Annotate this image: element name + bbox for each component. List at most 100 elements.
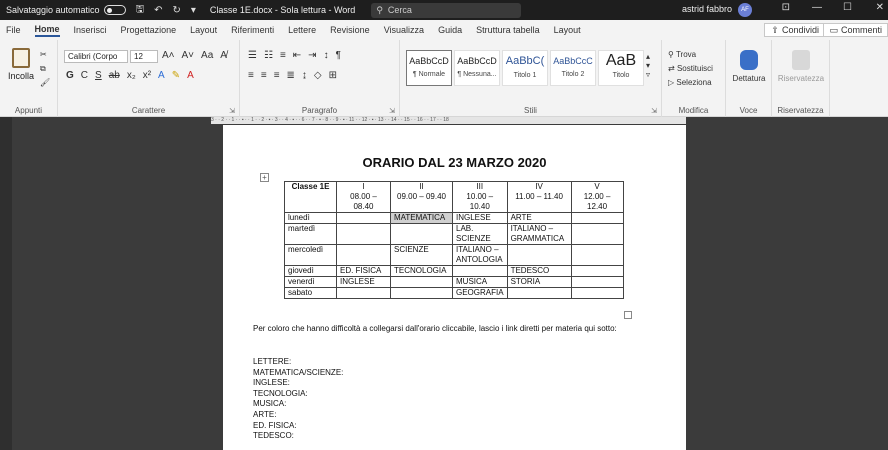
table-cell[interactable] [570, 287, 624, 299]
styles-launcher-icon[interactable]: ⇲ [651, 107, 657, 115]
table-cell[interactable]: ED. FISICA [336, 265, 391, 277]
save-icon[interactable]: 🖫 [136, 2, 145, 19]
table-cell[interactable] [570, 212, 624, 224]
style-title[interactable]: AaB Titolo [598, 50, 644, 86]
table-cell[interactable] [506, 287, 572, 299]
bullets-icon[interactable]: ☰ [248, 50, 257, 61]
font-launcher-icon[interactable]: ⇲ [229, 107, 235, 115]
redo-icon[interactable]: ↻ [172, 5, 180, 16]
customize-quick-access-icon[interactable]: ▾ [191, 5, 196, 16]
tab-table-design[interactable]: Struttura tabella [476, 25, 540, 35]
paragraph-launcher-icon[interactable]: ⇲ [389, 107, 395, 115]
schedule-table[interactable]: Classe 1E I 08.00 –08.40 II 09.00 – 09.40 … [284, 181, 624, 299]
close-icon[interactable]: ✕ [876, 2, 884, 13]
tab-design[interactable]: Progettazione [121, 25, 177, 35]
list-item[interactable]: INGLESE: [253, 378, 343, 389]
maximize-icon[interactable]: ☐ [843, 2, 852, 13]
intro-paragraph[interactable]: Per coloro che hanno difficoltà a colleg… [253, 323, 658, 334]
header-cell[interactable]: III 10.00 –10.40 [452, 181, 508, 213]
table-cell[interactable]: ITALIANO – ANTOLOGIA [452, 244, 508, 266]
paste-button[interactable]: Incolla [6, 48, 36, 81]
day-cell[interactable]: sabato [284, 287, 337, 299]
list-item[interactable]: ARTE: [253, 410, 343, 421]
dictate-button[interactable]: Dettatura [730, 50, 768, 83]
subscript-icon[interactable]: x₂ [127, 70, 136, 81]
font-color-icon[interactable]: A [187, 70, 194, 81]
table-cell[interactable] [390, 287, 453, 299]
horizontal-ruler[interactable]: 3 · · 2 · · 1 · · ▪ · · 1 · · 2 · ▪ · 3 … [211, 117, 686, 124]
table-cell[interactable] [452, 265, 508, 277]
tab-mailings[interactable]: Lettere [288, 25, 316, 35]
tab-file[interactable]: File [6, 25, 21, 35]
tab-table-layout[interactable]: Layout [554, 25, 581, 35]
grow-font-icon[interactable]: A˄ [162, 50, 175, 61]
sensitivity-button[interactable]: Riservatezza [774, 50, 828, 83]
tab-layout[interactable]: Layout [190, 25, 217, 35]
shading-icon[interactable]: ◇ [314, 70, 322, 81]
comments-button[interactable]: ▭ Commenti [823, 23, 888, 37]
header-cell[interactable]: Classe 1E [284, 181, 337, 213]
decrease-indent-icon[interactable]: ⇤ [293, 50, 301, 61]
increase-indent-icon[interactable]: ⇥ [308, 50, 316, 61]
table-cell[interactable]: ITALIANO – GRAMMATICA [506, 223, 572, 245]
table-cell[interactable] [336, 244, 391, 266]
table-cell[interactable]: INGLESE [452, 212, 508, 224]
table-cell[interactable] [506, 244, 572, 266]
list-item[interactable]: ED. FISICA: [253, 421, 343, 432]
show-marks-icon[interactable]: ¶ [336, 50, 341, 61]
numbering-icon[interactable]: ☷ [264, 50, 273, 61]
table-cell[interactable] [390, 223, 453, 245]
list-item[interactable]: MUSICA: [253, 399, 343, 410]
tab-view[interactable]: Visualizza [384, 25, 424, 35]
shrink-font-icon[interactable]: A˅ [182, 50, 195, 61]
table-cell[interactable] [570, 244, 624, 266]
autosave-toggle[interactable] [103, 5, 126, 15]
sort-icon[interactable]: ↕ [324, 50, 329, 61]
day-cell[interactable]: martedì [284, 223, 337, 245]
styles-scroll-icon[interactable]: ▴ ▾ ▿ [646, 52, 650, 79]
minimize-icon[interactable]: — [812, 2, 822, 13]
justify-icon[interactable]: ≣ [287, 70, 295, 81]
font-size-select[interactable]: 12 [130, 50, 158, 63]
header-cell[interactable]: V 12.00 –12.40 [570, 181, 624, 213]
table-cell[interactable]: INGLESE [336, 276, 391, 288]
table-move-handle-icon[interactable]: + [260, 173, 269, 182]
style-no-spacing[interactable]: AaBbCcD ¶ Nessuna... [454, 50, 500, 86]
multilevel-list-icon[interactable]: ≡ [280, 50, 286, 61]
replace-button[interactable]: ⇄ Sostituisci [668, 64, 713, 73]
table-cell[interactable]: TECNOLOGIA [390, 265, 453, 277]
day-cell[interactable]: lunedì [284, 212, 337, 224]
table-cell[interactable]: ARTE [506, 212, 572, 224]
table-cell[interactable] [570, 223, 624, 245]
style-normal[interactable]: AaBbCcD ¶ Normale [406, 50, 452, 86]
header-cell[interactable]: I 08.00 –08.40 [336, 181, 391, 213]
style-heading-2[interactable]: AaBbCcC Titolo 2 [550, 50, 596, 86]
table-cell[interactable] [336, 223, 391, 245]
change-case-icon[interactable]: Aa [201, 50, 213, 61]
table-cell[interactable] [570, 276, 624, 288]
table-cell[interactable] [336, 287, 391, 299]
style-heading-1[interactable]: AaBbC( Titolo 1 [502, 50, 548, 86]
line-spacing-icon[interactable]: ↨ [302, 70, 307, 81]
user-name[interactable]: astrid fabbro [682, 4, 732, 14]
tab-home[interactable]: Home [34, 24, 60, 37]
align-right-icon[interactable]: ≡ [274, 70, 280, 81]
tab-help[interactable]: Guida [438, 25, 462, 35]
table-resize-handle-icon[interactable] [624, 311, 632, 319]
select-button[interactable]: ▷ Seleziona [668, 78, 712, 87]
avatar[interactable]: AF [738, 3, 752, 17]
header-cell[interactable]: II 09.00 – 09.40 [390, 181, 453, 213]
day-cell[interactable]: giovedì [284, 265, 337, 277]
table-cell[interactable] [570, 265, 624, 277]
find-button[interactable]: ⚲ Trova [668, 50, 696, 59]
strikethrough-icon[interactable]: ab [109, 70, 120, 81]
table-cell[interactable]: TEDESCO [506, 265, 572, 277]
day-cell[interactable]: venerdì [284, 276, 337, 288]
table-cell[interactable]: LAB. SCIENZE [452, 223, 508, 245]
italic-icon[interactable]: C [81, 70, 88, 81]
list-item[interactable]: TEDESCO: [253, 431, 343, 442]
align-left-icon[interactable]: ≡ [248, 70, 254, 81]
list-item[interactable]: MATEMATICA/SCIENZE: [253, 368, 343, 379]
share-button[interactable]: ⇪ Condividi [764, 23, 826, 37]
bold-icon[interactable]: G [66, 70, 74, 81]
